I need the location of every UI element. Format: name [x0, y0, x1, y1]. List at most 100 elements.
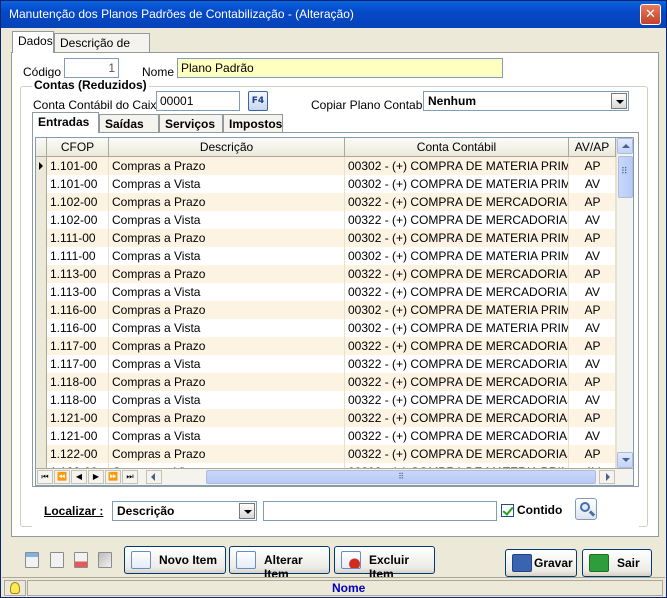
novo-item-button[interactable]: Novo Item	[124, 546, 226, 574]
next-page-button[interactable]: ⏩	[105, 470, 121, 484]
print-preview-icon[interactable]	[74, 552, 88, 568]
cell-conta[interactable]: 00302 - (+) COMPRA DE MATERIA PRIMA	[345, 319, 569, 337]
cell-cfop[interactable]: 1.113-00	[47, 283, 109, 301]
excluir-item-button[interactable]: Excluir Item	[334, 546, 435, 581]
cell-descricao[interactable]: Compras a Prazo	[109, 337, 345, 355]
table-row[interactable]: 1.117-00 Compras a Prazo 00322 - (+) COMPR…	[36, 337, 616, 355]
cell-descricao[interactable]: Compras a Prazo	[109, 301, 345, 319]
codigo-field[interactable]: 1	[64, 58, 119, 78]
cell-descricao[interactable]: Compras a Prazo	[109, 157, 345, 175]
cell-descricao[interactable]: Compras a Vista	[109, 355, 345, 373]
document-icon[interactable]	[50, 552, 64, 568]
cell-cfop[interactable]: 1.113-00	[47, 265, 109, 283]
cell-cfop[interactable]: 1.117-00	[47, 355, 109, 373]
row-indicator[interactable]	[36, 337, 47, 355]
cell-cfop[interactable]: 1.122-00	[47, 445, 109, 463]
first-record-button[interactable]: ⏮	[37, 470, 53, 484]
cell-descricao[interactable]: Compras a Vista	[109, 211, 345, 229]
table-row[interactable]: 1.101-00 Compras a Vista 00302 - (+) COMPR…	[36, 175, 616, 193]
row-indicator[interactable]	[36, 427, 47, 445]
prior-page-button[interactable]: ⏪	[54, 470, 70, 484]
scroll-thumb[interactable]: ⠿	[618, 156, 633, 198]
table-row[interactable]: 1.116-00 Compras a Vista 00302 - (+) COMPR…	[36, 319, 616, 337]
cell-cfop[interactable]: 1.118-00	[47, 391, 109, 409]
cell-cfop[interactable]: 1.101-00	[47, 157, 109, 175]
cell-avap[interactable]: AV	[569, 175, 616, 193]
tab-entradas[interactable]: Entradas	[32, 112, 99, 133]
cell-descricao[interactable]: Compras a Prazo	[109, 229, 345, 247]
nome-field[interactable]: Plano Padrão	[177, 58, 503, 78]
cell-conta[interactable]: 00322 - (+) COMPRA DE MERCADORIAS	[345, 211, 569, 229]
cell-avap[interactable]: AP	[569, 337, 616, 355]
table-row[interactable]: 1.122-00 Compras a Prazo 00322 - (+) COMPR…	[36, 445, 616, 463]
cell-conta[interactable]: 00302 - (+) COMPRA DE MATERIA PRIMA	[345, 247, 569, 265]
cell-avap[interactable]: AP	[569, 373, 616, 391]
tab-descricao-de-uso[interactable]: Descrição de Uso	[54, 33, 150, 64]
cell-cfop[interactable]: 1.111-00	[47, 229, 109, 247]
cell-avap[interactable]: AV	[569, 355, 616, 373]
row-indicator[interactable]	[36, 319, 47, 337]
row-indicator[interactable]	[36, 409, 47, 427]
cell-avap[interactable]: AV	[569, 319, 616, 337]
row-indicator[interactable]	[36, 391, 47, 409]
cell-cfop[interactable]: 1.102-00	[47, 193, 109, 211]
cell-cfop[interactable]: 1.111-00	[47, 247, 109, 265]
close-button[interactable]: ✕	[640, 4, 661, 25]
cell-conta[interactable]: 00322 - (+) COMPRA DE MERCADORIAS	[345, 355, 569, 373]
scroll-up-button[interactable]	[617, 138, 633, 154]
row-indicator[interactable]	[36, 283, 47, 301]
alterar-item-button[interactable]: Alterar Item	[229, 546, 330, 581]
tab-servicos[interactable]: Serviços	[159, 114, 223, 133]
localizar-field-select[interactable]: Descrição	[112, 501, 257, 521]
cell-avap[interactable]: AP	[569, 193, 616, 211]
column-header-conta[interactable]: Conta Contábil	[345, 138, 569, 157]
row-indicator[interactable]	[36, 229, 47, 247]
scroll-left-button[interactable]	[146, 470, 162, 484]
last-record-button[interactable]: ⏭	[122, 470, 138, 484]
cell-avap[interactable]: AP	[569, 157, 616, 175]
search-input[interactable]	[263, 501, 497, 521]
row-indicator[interactable]	[36, 301, 47, 319]
table-row[interactable]: 1.121-00 Compras a Vista 00322 - (+) COMPR…	[36, 427, 616, 445]
table-row[interactable]: 1.102-00 Compras a Vista 00322 - (+) COMPR…	[36, 211, 616, 229]
cell-avap[interactable]: AV	[569, 247, 616, 265]
cfop-grid[interactable]: CFOP Descrição Conta Contábil AV/AP 1.10…	[35, 137, 634, 486]
row-indicator[interactable]	[36, 193, 47, 211]
row-indicator[interactable]	[36, 445, 47, 463]
scroll-down-button[interactable]	[617, 452, 633, 468]
cell-cfop[interactable]: 1.121-00	[47, 409, 109, 427]
search-button[interactable]	[575, 498, 597, 520]
cell-conta[interactable]: 00322 - (+) COMPRA DE MERCADORIAS	[345, 283, 569, 301]
cell-conta[interactable]: 00302 - (+) COMPRA DE MATERIA PRIMA	[345, 229, 569, 247]
cell-descricao[interactable]: Compras a Vista	[109, 391, 345, 409]
contido-checkbox[interactable]	[501, 504, 514, 517]
cell-descricao[interactable]: Compras a Vista	[109, 319, 345, 337]
cell-conta[interactable]: 00302 - (+) COMPRA DE MATERIA PRIMA	[345, 175, 569, 193]
cell-conta[interactable]: 00322 - (+) COMPRA DE MERCADORIAS	[345, 193, 569, 211]
cell-cfop[interactable]: 1.102-00	[47, 211, 109, 229]
cell-avap[interactable]: AP	[569, 409, 616, 427]
chevron-down-icon[interactable]	[239, 503, 255, 519]
cell-conta[interactable]: 00302 - (+) COMPRA DE MATERIA PRIMA	[345, 157, 569, 175]
column-header-descricao[interactable]: Descrição	[109, 138, 345, 157]
cell-avap[interactable]: AP	[569, 445, 616, 463]
cell-conta[interactable]: 00322 - (+) COMPRA DE MERCADORIAS	[345, 373, 569, 391]
row-indicator[interactable]	[36, 247, 47, 265]
tab-impostos[interactable]: Impostos	[223, 114, 283, 133]
cell-descricao[interactable]: Compras a Prazo	[109, 445, 345, 463]
table-row[interactable]: 1.117-00 Compras a Vista 00322 - (+) COMPR…	[36, 355, 616, 373]
cell-avap[interactable]: AV	[569, 283, 616, 301]
gravar-button[interactable]: Gravar	[505, 549, 577, 577]
table-row[interactable]: 1.113-00 Compras a Vista 00322 - (+) COMPR…	[36, 283, 616, 301]
grid-icon[interactable]	[25, 552, 39, 568]
table-row[interactable]: 1.121-00 Compras a Prazo 00322 - (+) COMPR…	[36, 409, 616, 427]
table-row[interactable]: 1.118-00 Compras a Prazo 00322 - (+) COMPR…	[36, 373, 616, 391]
table-row[interactable]: 1.116-00 Compras a Prazo 00302 - (+) COMPR…	[36, 301, 616, 319]
caixa-field[interactable]: 00001	[156, 91, 240, 111]
cell-avap[interactable]: AV	[569, 391, 616, 409]
horizontal-scroll-thumb[interactable]: ⠿	[206, 470, 596, 484]
cell-avap[interactable]: AV	[569, 427, 616, 445]
scroll-right-button[interactable]	[599, 470, 615, 484]
cell-conta[interactable]: 00322 - (+) COMPRA DE MERCADORIAS	[345, 409, 569, 427]
cell-cfop[interactable]: 1.101-00	[47, 175, 109, 193]
